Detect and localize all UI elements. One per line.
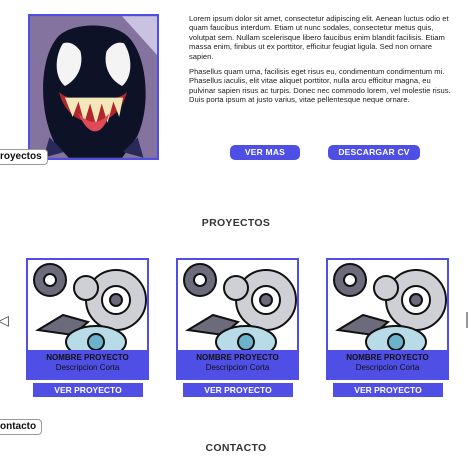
profile-image (28, 14, 159, 160)
project-card: NOMBRE PROYECTO Descripcion Corta (326, 258, 449, 380)
gears-eye-icon (178, 260, 297, 350)
about-paragraph-1: Lorem ipsum dolor sit amet, consectetur … (189, 14, 449, 61)
venom-portrait-image (30, 16, 157, 158)
project-description: Descripcion Corta (355, 363, 420, 372)
project-description: Descripcion Corta (205, 363, 270, 372)
ver-proyecto-button[interactable]: VER PROYECTO (183, 383, 293, 397)
nav-contacto-tab[interactable]: ontacto (0, 419, 43, 435)
proyectos-section-title: PROYECTOS (201, 217, 271, 229)
carousel-prev-icon[interactable]: ◁ (0, 312, 9, 328)
project-name: NOMBRE PROYECTO (46, 353, 129, 362)
project-name: NOMBRE PROYECTO (196, 353, 279, 362)
about-section: Lorem ipsum dolor sit amet, consectetur … (189, 14, 457, 111)
gears-eye-icon (28, 260, 147, 350)
project-card-caption: NOMBRE PROYECTO Descripcion Corta (178, 350, 297, 378)
ver-proyecto-button[interactable]: VER PROYECTO (33, 383, 143, 397)
nav-proyectos-tab[interactable]: royectos (0, 149, 48, 165)
download-cv-button[interactable]: DESCARGAR CV (328, 145, 420, 160)
project-card: NOMBRE PROYECTO Descripcion Corta (26, 258, 149, 380)
project-card-caption: NOMBRE PROYECTO Descripcion Corta (28, 350, 147, 378)
contacto-section-title: CONTACTO (205, 442, 267, 454)
project-card-caption: NOMBRE PROYECTO Descripcion Corta (328, 350, 447, 378)
project-card: NOMBRE PROYECTO Descripcion Corta (176, 258, 299, 380)
about-paragraph-2: Phasellus quam urna, facilisis eget risu… (189, 67, 451, 105)
ver-proyecto-button[interactable]: VER PROYECTO (333, 383, 443, 397)
project-description: Descripcion Corta (55, 363, 120, 372)
carousel-next-icon[interactable] (466, 312, 472, 328)
project-name: NOMBRE PROYECTO (346, 353, 429, 362)
ver-mas-button[interactable]: VER MAS (230, 145, 300, 160)
gears-eye-icon (328, 260, 447, 350)
